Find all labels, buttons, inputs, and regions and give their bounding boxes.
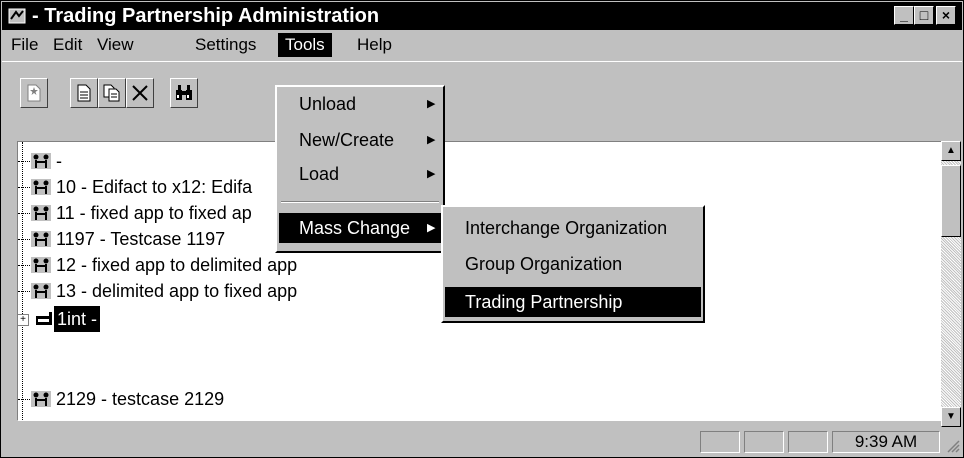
submenu-arrow-icon: ▶ xyxy=(427,98,436,110)
menu-view[interactable]: View xyxy=(90,33,141,57)
tools-menu: Unload ▶ New/Create ▶ Load ▶ Mass Change… xyxy=(275,85,445,253)
menu-tools-label: Tools xyxy=(285,35,325,54)
tree-item-label: 11 - fixed app to fixed ap xyxy=(56,203,252,223)
app-icon[interactable] xyxy=(8,7,26,25)
interchange-icon xyxy=(36,312,52,325)
partnership-icon xyxy=(31,283,51,299)
partnership-icon xyxy=(31,179,51,195)
properties-button[interactable] xyxy=(70,78,98,108)
maximize-icon: □ xyxy=(919,7,929,23)
status-clock: 9:39 AM xyxy=(832,431,940,453)
tree-item-label: - xyxy=(56,151,62,171)
copy-button[interactable] xyxy=(98,78,126,108)
partnership-icon xyxy=(31,257,51,273)
menu-bar: File Edit View Settings Tools Help xyxy=(2,31,962,59)
tree-item-label: 13 - delimited app to fixed app xyxy=(56,281,298,301)
menu-item-interchange-organization[interactable]: Interchange Organization xyxy=(445,213,701,243)
minimize-icon: _ xyxy=(900,7,908,23)
menu-item-unload[interactable]: Unload ▶ xyxy=(279,89,441,119)
scroll-up-icon: ▲ xyxy=(946,145,956,156)
partnership-icon xyxy=(31,205,51,221)
menu-settings-label: Settings xyxy=(195,35,257,54)
application-window: - Trading Partnership Administration _ □… xyxy=(0,0,964,458)
tree-item-label: 1197 - Testcase 1197 xyxy=(56,229,226,249)
tree-item-label: 10 - Edifact to x12: Edifa xyxy=(56,177,253,197)
menu-file[interactable]: File xyxy=(4,33,45,57)
menu-item-new-create[interactable]: New/Create ▶ xyxy=(279,125,441,155)
delete-icon xyxy=(132,85,148,101)
new-document-icon xyxy=(27,84,41,102)
scroll-down-button[interactable]: ▼ xyxy=(941,407,961,427)
find-button[interactable] xyxy=(170,78,198,108)
menu-item-label: New/Create xyxy=(299,130,395,150)
scroll-thumb[interactable] xyxy=(941,165,961,237)
partnership-icon xyxy=(31,391,51,407)
partnership-icon xyxy=(31,231,51,247)
plus-icon: + xyxy=(20,314,26,325)
minimize-button[interactable]: _ xyxy=(894,6,914,25)
menu-view-label: View xyxy=(97,35,134,54)
partnership-icon xyxy=(31,153,51,169)
submenu-arrow-icon: ▶ xyxy=(427,168,436,180)
tree-item-label: 1int - xyxy=(54,306,101,332)
delete-button[interactable] xyxy=(126,78,154,108)
menu-help[interactable]: Help xyxy=(350,33,399,57)
tree-item[interactable]: 2129 - testcase 2129 xyxy=(18,386,618,412)
mass-change-submenu: Interchange Organization Group Organizat… xyxy=(441,205,705,323)
menu-edit[interactable]: Edit xyxy=(46,33,89,57)
menu-separator xyxy=(281,201,439,203)
menu-item-label: Trading Partnership xyxy=(465,292,623,312)
menu-item-label: Unload xyxy=(299,94,357,114)
menu-file-label: File xyxy=(11,35,39,54)
expand-toggle[interactable]: + xyxy=(18,314,29,326)
tree-item-label: 12 - fixed app to delimited app xyxy=(56,255,298,275)
new-button[interactable] xyxy=(20,78,48,108)
menu-item-label: Load xyxy=(299,164,340,184)
find-binoculars-icon xyxy=(176,85,192,100)
menu-item-load[interactable]: Load ▶ xyxy=(279,159,441,189)
close-icon: × xyxy=(941,7,951,23)
menu-tools[interactable]: Tools xyxy=(278,33,332,57)
resize-grip-icon[interactable] xyxy=(946,439,960,453)
menu-item-mass-change[interactable]: Mass Change ▶ xyxy=(279,213,441,243)
submenu-arrow-icon: ▶ xyxy=(427,222,436,234)
close-button[interactable]: × xyxy=(936,6,956,25)
menu-item-group-organization[interactable]: Group Organization xyxy=(445,249,701,279)
maximize-button[interactable]: □ xyxy=(914,6,934,25)
vertical-scrollbar[interactable]: ▲ ▼ xyxy=(941,141,961,427)
submenu-arrow-icon: ▶ xyxy=(427,134,436,146)
menu-settings[interactable]: Settings xyxy=(188,33,263,57)
tree-item-label: 2129 - testcase 2129 xyxy=(56,389,225,409)
status-pane xyxy=(744,431,784,453)
status-pane xyxy=(788,431,828,453)
status-bar: 9:39 AM xyxy=(2,427,962,457)
title-bar[interactable]: - Trading Partnership Administration _ □… xyxy=(2,2,962,30)
menu-item-label: Mass Change xyxy=(299,218,411,238)
properties-icon xyxy=(77,84,91,102)
menu-item-trading-partnership[interactable]: Trading Partnership xyxy=(445,287,701,317)
menu-item-label: Interchange Organization xyxy=(465,218,668,238)
status-pane xyxy=(700,431,740,453)
menu-item-label: Group Organization xyxy=(465,254,623,274)
toolbar xyxy=(2,61,962,130)
menu-help-label: Help xyxy=(357,35,392,54)
scroll-down-icon: ▼ xyxy=(946,411,956,422)
menu-edit-label: Edit xyxy=(53,35,83,54)
scroll-up-button[interactable]: ▲ xyxy=(941,141,961,161)
copy-icon xyxy=(103,84,120,102)
window-title: - Trading Partnership Administration xyxy=(32,5,380,27)
